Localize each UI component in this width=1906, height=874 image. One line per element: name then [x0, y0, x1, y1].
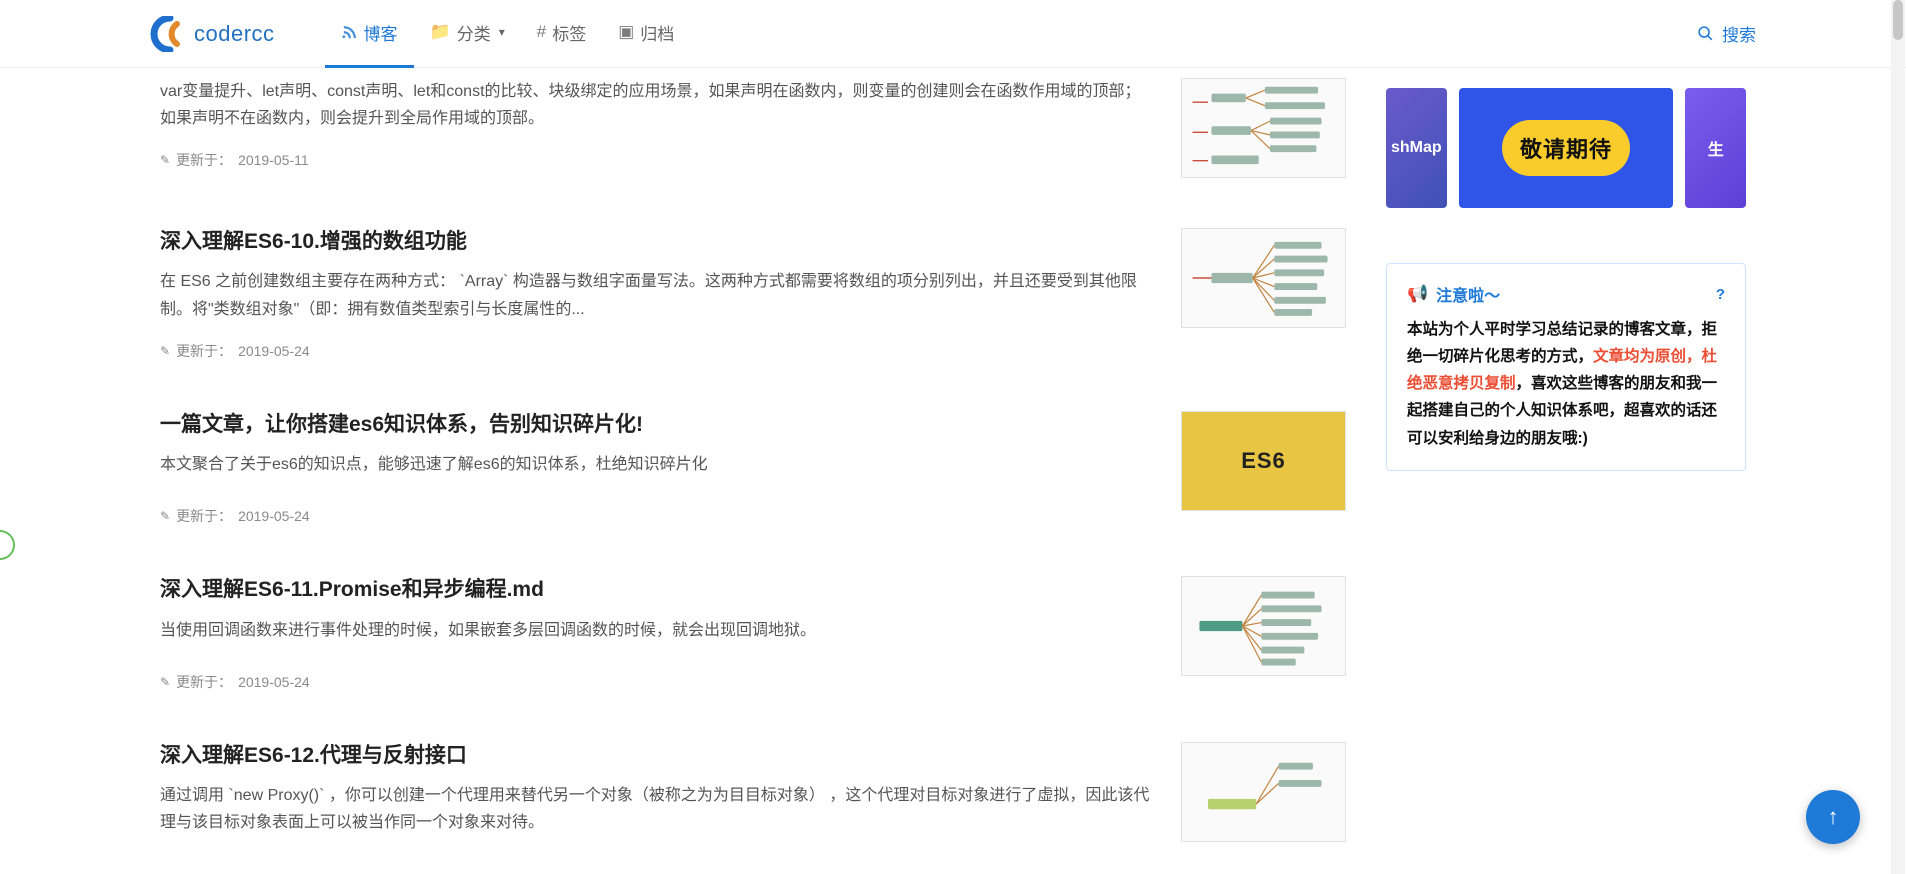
post-date: 2019-05-11 [238, 152, 309, 168]
meta-label: 更新于： [176, 341, 232, 361]
promo-prev-label: shMap [1391, 139, 1442, 157]
pencil-icon: ✎ [160, 675, 170, 689]
meta-label: 更新于： [176, 506, 232, 526]
post-item: 深入理解ES6-10.增强的数组功能 在 ES6 之前创建数组主要存在两种方式：… [160, 208, 1346, 391]
nav-categories-label: 分类 [457, 20, 491, 45]
post-meta: ✎ 更新于： 2019-05-24 [160, 341, 1151, 361]
post-title[interactable]: 一篇文章，让你搭建es6知识体系，告别知识碎片化! [160, 411, 1151, 439]
post-excerpt: 当使用回调函数来进行事件处理的时候，如果嵌套多层回调函数的时候，就会出现回调地狱… [160, 617, 1151, 644]
hash-icon: # [537, 22, 546, 42]
scrollbar-thumb[interactable] [1893, 0, 1903, 40]
post-thumbnail[interactable]: ES6 [1181, 411, 1346, 511]
post-item: 深入理解ES6-11.Promise和异步编程.md 当使用回调函数来进行事件处… [160, 556, 1346, 722]
post-item: var变量提升、let声明、const声明、let和const的比较、块级绑定的… [160, 78, 1346, 208]
post-excerpt: 在 ES6 之前创建数组主要存在两种方式： `Array` 构造器与数组字面量写… [160, 268, 1151, 322]
meta-label: 更新于： [176, 150, 232, 170]
chevron-down-icon: ▾ [499, 25, 505, 39]
site-name: codercc [194, 21, 275, 47]
post-item: 深入理解ES6-12.代理与反射接口 通过调用 `new Proxy()` ，你… [160, 722, 1346, 874]
post-thumbnail[interactable] [1181, 576, 1346, 676]
pencil-icon: ✎ [160, 153, 170, 167]
post-date: 2019-05-24 [238, 674, 310, 690]
promo-next-label: 生 [1708, 136, 1724, 160]
nav-blog-label: 博客 [364, 20, 398, 45]
search-label: 搜索 [1722, 21, 1756, 46]
post-meta: ✎ 更新于： 2019-05-11 [160, 150, 1151, 170]
post-meta: ✎ 更新于： 2019-05-24 [160, 672, 1151, 692]
arrow-up-icon: ↑ [1828, 804, 1839, 830]
post-date: 2019-05-24 [238, 508, 310, 524]
rss-icon [341, 24, 358, 41]
back-to-top-button[interactable]: ↑ [1806, 790, 1860, 844]
nav-blog[interactable]: 博客 [325, 0, 414, 68]
main-nav: 博客 📁 分类 ▾ # 标签 ▣ 归档 [325, 0, 691, 68]
nav-tags-label: 标签 [552, 20, 586, 45]
folder-icon: 📁 [430, 22, 451, 42]
post-thumbnail[interactable] [1181, 228, 1346, 328]
help-icon[interactable]: ? [1716, 286, 1725, 303]
bullhorn-icon: 📢 [1407, 284, 1428, 304]
post-excerpt: var变量提升、let声明、const声明、let和const的比较、块级绑定的… [160, 78, 1151, 132]
meta-label: 更新于： [176, 672, 232, 692]
search-icon [1697, 25, 1714, 42]
notice-body: 本站为个人平时学习总结记录的博客文章，拒绝一切碎片化思考的方式，文章均为原创，杜… [1407, 316, 1725, 452]
nav-archive[interactable]: ▣ 归档 [602, 0, 690, 68]
post-title[interactable]: 深入理解ES6-11.Promise和异步编程.md [160, 576, 1151, 604]
es6-badge: ES6 [1241, 448, 1286, 474]
post-date: 2019-05-24 [238, 343, 310, 359]
pencil-icon: ✎ [160, 509, 170, 523]
promo-slide-next[interactable]: 生 [1685, 88, 1746, 208]
post-item: 一篇文章，让你搭建es6知识体系，告别知识碎片化! 本文聚合了关于es6的知识点… [160, 391, 1346, 557]
post-excerpt: 本文聚合了关于es6的知识点，能够迅速了解es6的知识体系，杜绝知识碎片化 [160, 451, 1151, 478]
post-title[interactable]: 深入理解ES6-10.增强的数组功能 [160, 228, 1151, 256]
promo-slide-prev[interactable]: shMap [1386, 88, 1447, 208]
promo-slide-main[interactable]: 敬请期待 [1459, 88, 1674, 208]
promo-main-label: 敬请期待 [1502, 120, 1630, 176]
sidebar: shMap 敬请期待 生 📢 注意啦～ ? 本站为个 [1386, 68, 1746, 874]
post-title[interactable]: 深入理解ES6-12.代理与反射接口 [160, 742, 1151, 770]
notice-card: 📢 注意啦～ ? 本站为个人平时学习总结记录的博客文章，拒绝一切碎片化思考的方式… [1386, 263, 1746, 471]
nav-tags[interactable]: # 标签 [521, 0, 602, 68]
notice-title: 注意啦～ [1436, 282, 1500, 306]
post-thumbnail[interactable] [1181, 78, 1346, 178]
scrollbar-track[interactable] [1891, 0, 1905, 874]
post-thumbnail[interactable] [1181, 742, 1346, 842]
site-logo[interactable]: codercc [150, 16, 275, 52]
posts-list: var变量提升、let声明、const声明、let和const的比较、块级绑定的… [160, 68, 1346, 874]
search-trigger[interactable]: 搜索 [1697, 21, 1756, 46]
topbar: codercc 博客 📁 分类 ▾ # 标签 ▣ 归档 搜索 [0, 0, 1906, 68]
promo-carousel[interactable]: shMap 敬请期待 生 [1386, 88, 1746, 208]
nav-archive-label: 归档 [640, 20, 674, 45]
archive-icon: ▣ [618, 22, 634, 42]
pencil-icon: ✎ [160, 344, 170, 358]
nav-categories[interactable]: 📁 分类 ▾ [414, 0, 521, 68]
post-meta: ✎ 更新于： 2019-05-24 [160, 506, 1151, 526]
main-content: var变量提升、let声明、const声明、let和const的比较、块级绑定的… [0, 68, 1906, 874]
post-excerpt: 通过调用 `new Proxy()` ，你可以创建一个代理用来替代另一个对象（被… [160, 782, 1151, 836]
logo-icon [150, 16, 186, 52]
